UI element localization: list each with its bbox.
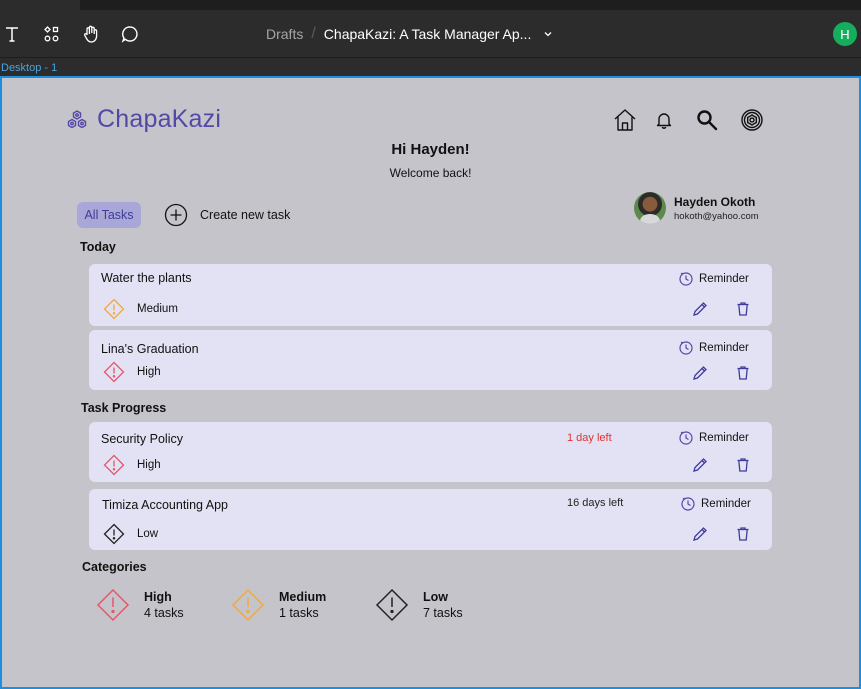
priority-label: High bbox=[137, 366, 161, 378]
desktop-frame: ChapaKazi Hi Hayden! Welcome back! All T… bbox=[0, 76, 861, 689]
medium-priority-icon bbox=[231, 588, 265, 622]
category-name: Low bbox=[423, 590, 448, 604]
task-card[interactable]: Timiza Accounting App 16 days left Remin… bbox=[89, 489, 772, 550]
breadcrumb-drafts[interactable]: Drafts bbox=[266, 26, 303, 42]
priority-tag: Low bbox=[103, 523, 158, 545]
category-count: 7 tasks bbox=[423, 606, 463, 620]
plus-circle-icon bbox=[164, 203, 188, 227]
frame-label[interactable]: Desktop - 1 bbox=[1, 62, 57, 74]
bell-icon[interactable] bbox=[650, 106, 678, 134]
high-priority-icon bbox=[96, 588, 130, 622]
welcome-text: Welcome back! bbox=[389, 166, 472, 180]
clock-icon bbox=[679, 341, 693, 355]
user-avatar[interactable]: H bbox=[833, 22, 857, 46]
reminder-button[interactable]: Reminder bbox=[681, 497, 751, 511]
chevron-down-icon[interactable] bbox=[543, 29, 553, 39]
file-name[interactable]: ChapaKazi: A Task Manager Ap... bbox=[324, 26, 532, 42]
edit-icon[interactable] bbox=[691, 300, 709, 318]
user-profile[interactable]: Hayden Okoth hokoth@yahoo.com bbox=[634, 192, 759, 224]
create-task-button[interactable]: Create new task bbox=[164, 202, 290, 228]
due-label: 1 day left bbox=[567, 432, 612, 444]
category-count: 1 tasks bbox=[279, 606, 319, 620]
reminder-label: Reminder bbox=[699, 273, 749, 285]
breadcrumb: Drafts / ChapaKazi: A Task Manager Ap... bbox=[266, 24, 553, 44]
reminder-label: Reminder bbox=[701, 498, 751, 510]
breadcrumb-separator: / bbox=[311, 25, 316, 42]
clock-icon bbox=[679, 431, 693, 445]
clock-icon bbox=[679, 272, 693, 286]
high-priority-icon bbox=[103, 361, 125, 383]
high-priority-icon bbox=[103, 454, 125, 476]
search-icon[interactable] bbox=[693, 106, 721, 134]
trash-icon[interactable] bbox=[734, 456, 752, 474]
task-title: Timiza Accounting App bbox=[102, 498, 228, 512]
task-card[interactable]: Water the plants Reminder Medium bbox=[89, 264, 772, 326]
priority-label: Low bbox=[137, 528, 159, 540]
due-label: 16 days left bbox=[567, 497, 624, 509]
priority-label: Medium bbox=[137, 303, 178, 315]
task-title: Security Policy bbox=[101, 432, 183, 446]
hand-tool-icon[interactable] bbox=[79, 22, 103, 46]
window-top-strip bbox=[0, 0, 861, 10]
clock-icon bbox=[681, 497, 695, 511]
text-tool-icon[interactable] bbox=[0, 22, 24, 46]
trash-icon[interactable] bbox=[734, 300, 752, 318]
home-icon[interactable] bbox=[611, 106, 639, 134]
priority-tag: High bbox=[103, 361, 161, 383]
section-task-progress: Task Progress bbox=[81, 401, 167, 415]
all-tasks-button[interactable]: All Tasks bbox=[77, 202, 141, 228]
settings-icon[interactable] bbox=[738, 106, 766, 134]
edit-icon[interactable] bbox=[691, 456, 709, 474]
user-email: hokoth@yahoo.com bbox=[674, 210, 759, 222]
task-title: Lina's Graduation bbox=[101, 342, 199, 356]
category-name: Medium bbox=[279, 590, 327, 604]
reminder-button[interactable]: Reminder bbox=[679, 431, 749, 445]
category-count: 4 tasks bbox=[144, 606, 184, 620]
priority-tag: Medium bbox=[103, 298, 178, 320]
trash-icon[interactable] bbox=[734, 525, 752, 543]
section-today: Today bbox=[80, 240, 116, 254]
task-card[interactable]: Security Policy 1 day left Reminder High bbox=[89, 422, 772, 482]
task-title: Water the plants bbox=[101, 271, 192, 285]
reminder-button[interactable]: Reminder bbox=[679, 341, 749, 355]
create-task-label: Create new task bbox=[200, 208, 291, 222]
task-card[interactable]: Lina's Graduation Reminder High bbox=[89, 330, 772, 390]
logo-text: ChapaKazi bbox=[97, 105, 222, 133]
category-high[interactable]: High 4 tasks bbox=[96, 588, 184, 622]
medium-priority-icon bbox=[103, 298, 125, 320]
edit-icon[interactable] bbox=[691, 525, 709, 543]
low-priority-icon bbox=[103, 523, 125, 545]
section-categories: Categories bbox=[82, 560, 147, 574]
trash-icon[interactable] bbox=[734, 364, 752, 382]
greeting-title: Hi Hayden! bbox=[391, 141, 470, 158]
reminder-label: Reminder bbox=[699, 432, 749, 444]
priority-tag: High bbox=[103, 454, 161, 476]
figma-toolbar: Drafts / ChapaKazi: A Task Manager Ap...… bbox=[0, 10, 861, 58]
hexagons-logo-icon bbox=[67, 109, 87, 128]
app-logo: ChapaKazi bbox=[65, 105, 221, 134]
components-tool-icon[interactable] bbox=[40, 22, 64, 46]
edit-icon[interactable] bbox=[691, 364, 709, 382]
category-low[interactable]: Low 7 tasks bbox=[375, 588, 463, 622]
reminder-button[interactable]: Reminder bbox=[679, 272, 749, 286]
reminder-label: Reminder bbox=[699, 342, 749, 354]
low-priority-icon bbox=[375, 588, 409, 622]
category-medium[interactable]: Medium 1 tasks bbox=[231, 588, 326, 622]
category-name: High bbox=[144, 590, 172, 604]
comment-tool-icon[interactable] bbox=[118, 22, 142, 46]
priority-label: High bbox=[137, 459, 161, 471]
user-name: Hayden Okoth bbox=[674, 194, 756, 209]
avatar bbox=[634, 192, 666, 224]
